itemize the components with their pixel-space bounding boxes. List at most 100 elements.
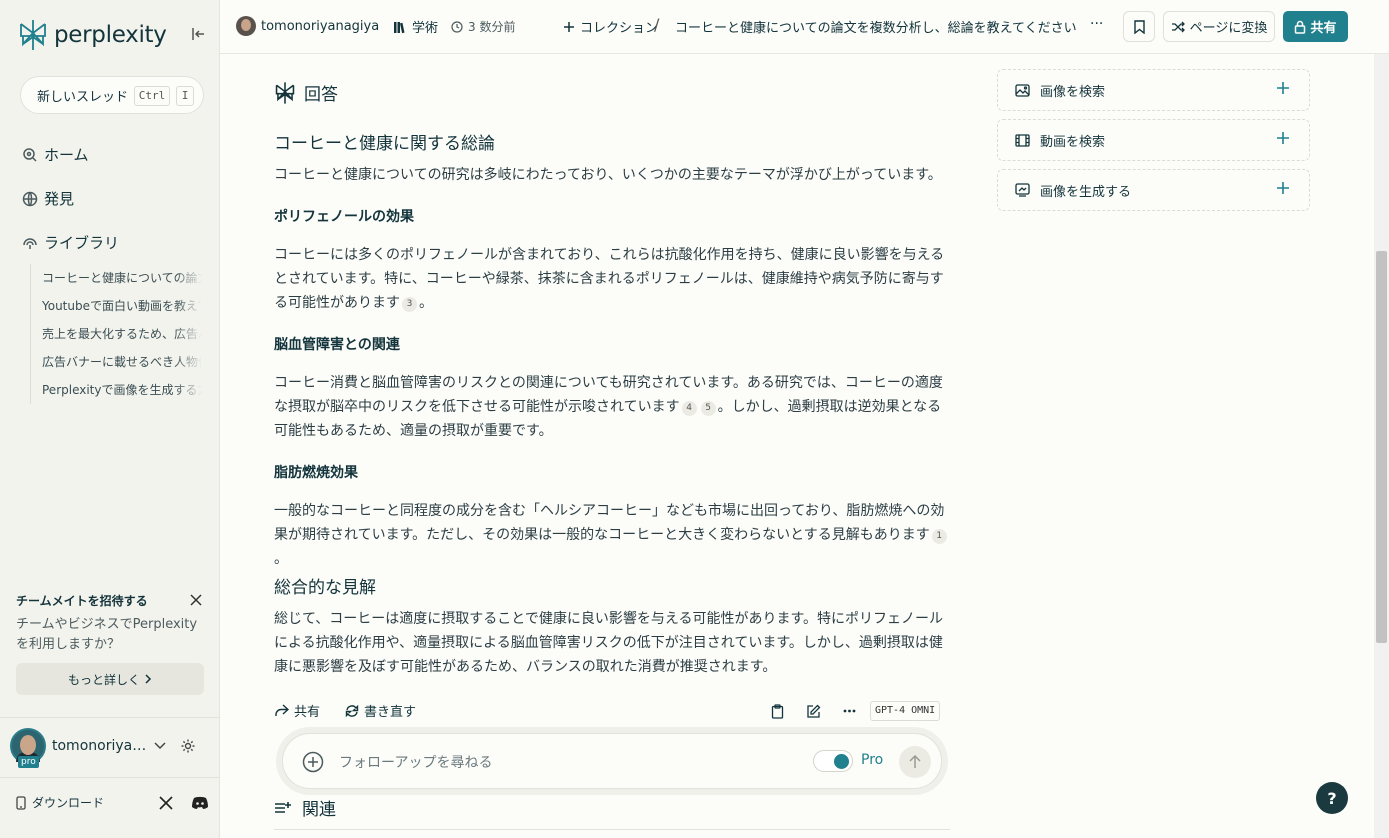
add-to-collection-button[interactable]: コレクション [563,17,658,36]
citation-badge[interactable]: 3 [402,297,417,312]
pro-badge: pro [18,756,39,768]
sidebar-divider [0,717,220,718]
thread-title: コーヒーと健康についての論文を複数分析し、総論を教えてください [675,21,1077,36]
lock-icon [1295,20,1306,34]
image-icon [1015,83,1030,97]
clock-icon [451,20,463,33]
answer-header: 回答 [274,80,338,105]
followup-input-box: フォローアップを尋ねる Pro [282,733,942,789]
sidebar-item-library[interactable]: ライブラリ [22,232,119,253]
perplexity-logo-icon [275,81,295,104]
sidebar-divider [0,777,220,778]
shortcut-key-ctrl: Ctrl [134,86,170,106]
generate-image-label: 画像を生成する [1040,184,1132,200]
edit-icon[interactable] [806,704,821,719]
phone-icon [16,795,26,810]
plus-icon [1277,82,1289,94]
chevron-down-icon[interactable] [154,742,166,750]
timestamp: 3 数分前 [451,18,515,35]
library-thread-item[interactable]: 売上を最大化するため、広告バナーを [31,320,202,348]
section-heading: ポリフェノールの効果 [274,209,414,225]
share-answer-label: 共有 [294,705,321,720]
more-options-button[interactable]: ··· [1090,16,1103,32]
bookmark-button[interactable] [1123,11,1155,42]
copy-icon[interactable] [771,704,784,719]
author-link[interactable]: tomonoriyanagiya [236,16,379,36]
shuffle-icon [1171,21,1185,32]
search-icon [23,147,37,162]
globe-icon [22,191,38,206]
summary-paragraph: 総じて、コーヒーは適度に摂取することで健康に良い影響を与える可能性があります。特… [274,611,944,675]
more-icon[interactable] [843,709,856,713]
close-icon[interactable] [190,594,204,608]
focus-badge: 学術 [393,17,438,36]
library-thread-item[interactable]: Perplexityで画像を生成する方法 [31,376,202,404]
generate-image-button[interactable]: 画像を生成する [997,169,1310,211]
attach-plus-icon[interactable] [302,751,324,773]
invite-teammates-card: チームメイトを招待する チームやビジネスでPerplexityを利用しますか？ … [16,592,204,695]
section-heading: 脳血管障害との関連 [274,337,400,353]
collapse-sidebar-icon[interactable] [190,26,210,44]
new-thread-button[interactable]: 新しいスレッド Ctrl I [20,76,204,114]
answer-header-label: 回答 [304,85,338,105]
citation-badge[interactable]: 5 [700,401,716,416]
submit-button[interactable] [899,746,931,778]
generate-image-icon [1015,183,1030,197]
followup-input[interactable]: フォローアップを尋ねる [339,752,492,772]
citation-badge[interactable]: 4 [681,401,697,416]
section-paragraph: 一般的なコーヒーと同程度の成分を含む「ヘルシアコーヒー」なども市場に出回っており… [274,499,950,571]
download-link[interactable]: ダウンロード [16,794,104,811]
answer-intro: コーヒーと健康についての研究は多岐にわたっており、いくつかの主要なテーマが浮かび… [274,167,942,183]
arrow-up-icon [909,755,921,768]
search-videos-label: 動画を検索 [1040,134,1106,150]
x-twitter-icon[interactable] [159,796,173,810]
pro-toggle[interactable] [813,750,853,772]
share-label: 共有 [1310,21,1337,36]
breadcrumb-separator: / [654,15,660,34]
search-videos-button[interactable]: 動画を検索 [997,119,1310,161]
logo[interactable]: perplexity [18,18,167,52]
logo-text: perplexity [54,22,167,48]
plus-icon [564,21,574,32]
rewrite-label: 書き直す [364,705,417,720]
author-name: tomonoriyanagiya [261,18,380,34]
scrollbar-thumb[interactable] [1376,251,1387,643]
related-header: 関連 [274,795,336,820]
library-thread-list: コーヒーと健康についての論文を複数分析し、総論を教えてください Youtubeで… [30,264,202,404]
convert-to-page-button[interactable]: ページに変換 [1163,11,1275,42]
bookmark-icon [1133,19,1145,34]
download-label: ダウンロード [32,796,105,810]
avatar [236,16,256,36]
sidebar-item-discover[interactable]: 発見 [22,188,74,209]
paragraph-text: 一般的なコーヒーと同程度の成分を含む「ヘルシアコーヒー」なども市場に出回っており… [274,503,945,543]
answer-title: コーヒーと健康に関する総論 [274,134,495,154]
gear-icon[interactable] [180,738,196,754]
search-images-button[interactable]: 画像を検索 [997,69,1310,111]
invite-description: チームやビジネスでPerplexityを利用しますか？ [16,617,198,652]
plus-icon [1277,182,1289,194]
section-heading: 脂肪燃焼効果 [274,465,358,481]
discord-icon[interactable] [191,796,209,810]
section-paragraph: コーヒーには多くのポリフェノールが含まれており、これらは抗酸化作用を持ち、健康に… [274,243,950,315]
list-icon [275,801,291,813]
sidebar-item-home[interactable]: ホーム [22,144,89,165]
learn-more-button[interactable]: もっと詳しく [16,663,204,695]
library-thread-item[interactable]: コーヒーと健康についての論文を複数分析し、総論を教えてください [31,264,202,292]
help-button[interactable]: ? [1316,782,1348,814]
perplexity-logo-icon [20,20,46,50]
citation-badge[interactable]: 1 [931,529,947,544]
plus-icon [1277,132,1289,144]
avatar: pro [10,728,46,768]
summary-title: 総合的な見解 [274,578,376,598]
share-button[interactable]: 共有 [1283,11,1348,42]
new-thread-label: 新しいスレッド [37,89,129,105]
related-label: 関連 [302,800,336,820]
share-icon [275,704,289,716]
related-divider [274,829,950,830]
library-thread-item[interactable]: Youtubeで面白い動画を教えてください [31,292,202,320]
user-menu[interactable]: pro tomonoriyanagiya [10,728,196,768]
chevron-right-icon [145,674,152,684]
library-thread-item[interactable]: 広告バナーに載せるべき人物像 [31,348,202,376]
share-answer-button[interactable]: 共有 [274,701,320,720]
rewrite-button[interactable]: 書き直す [345,701,416,720]
